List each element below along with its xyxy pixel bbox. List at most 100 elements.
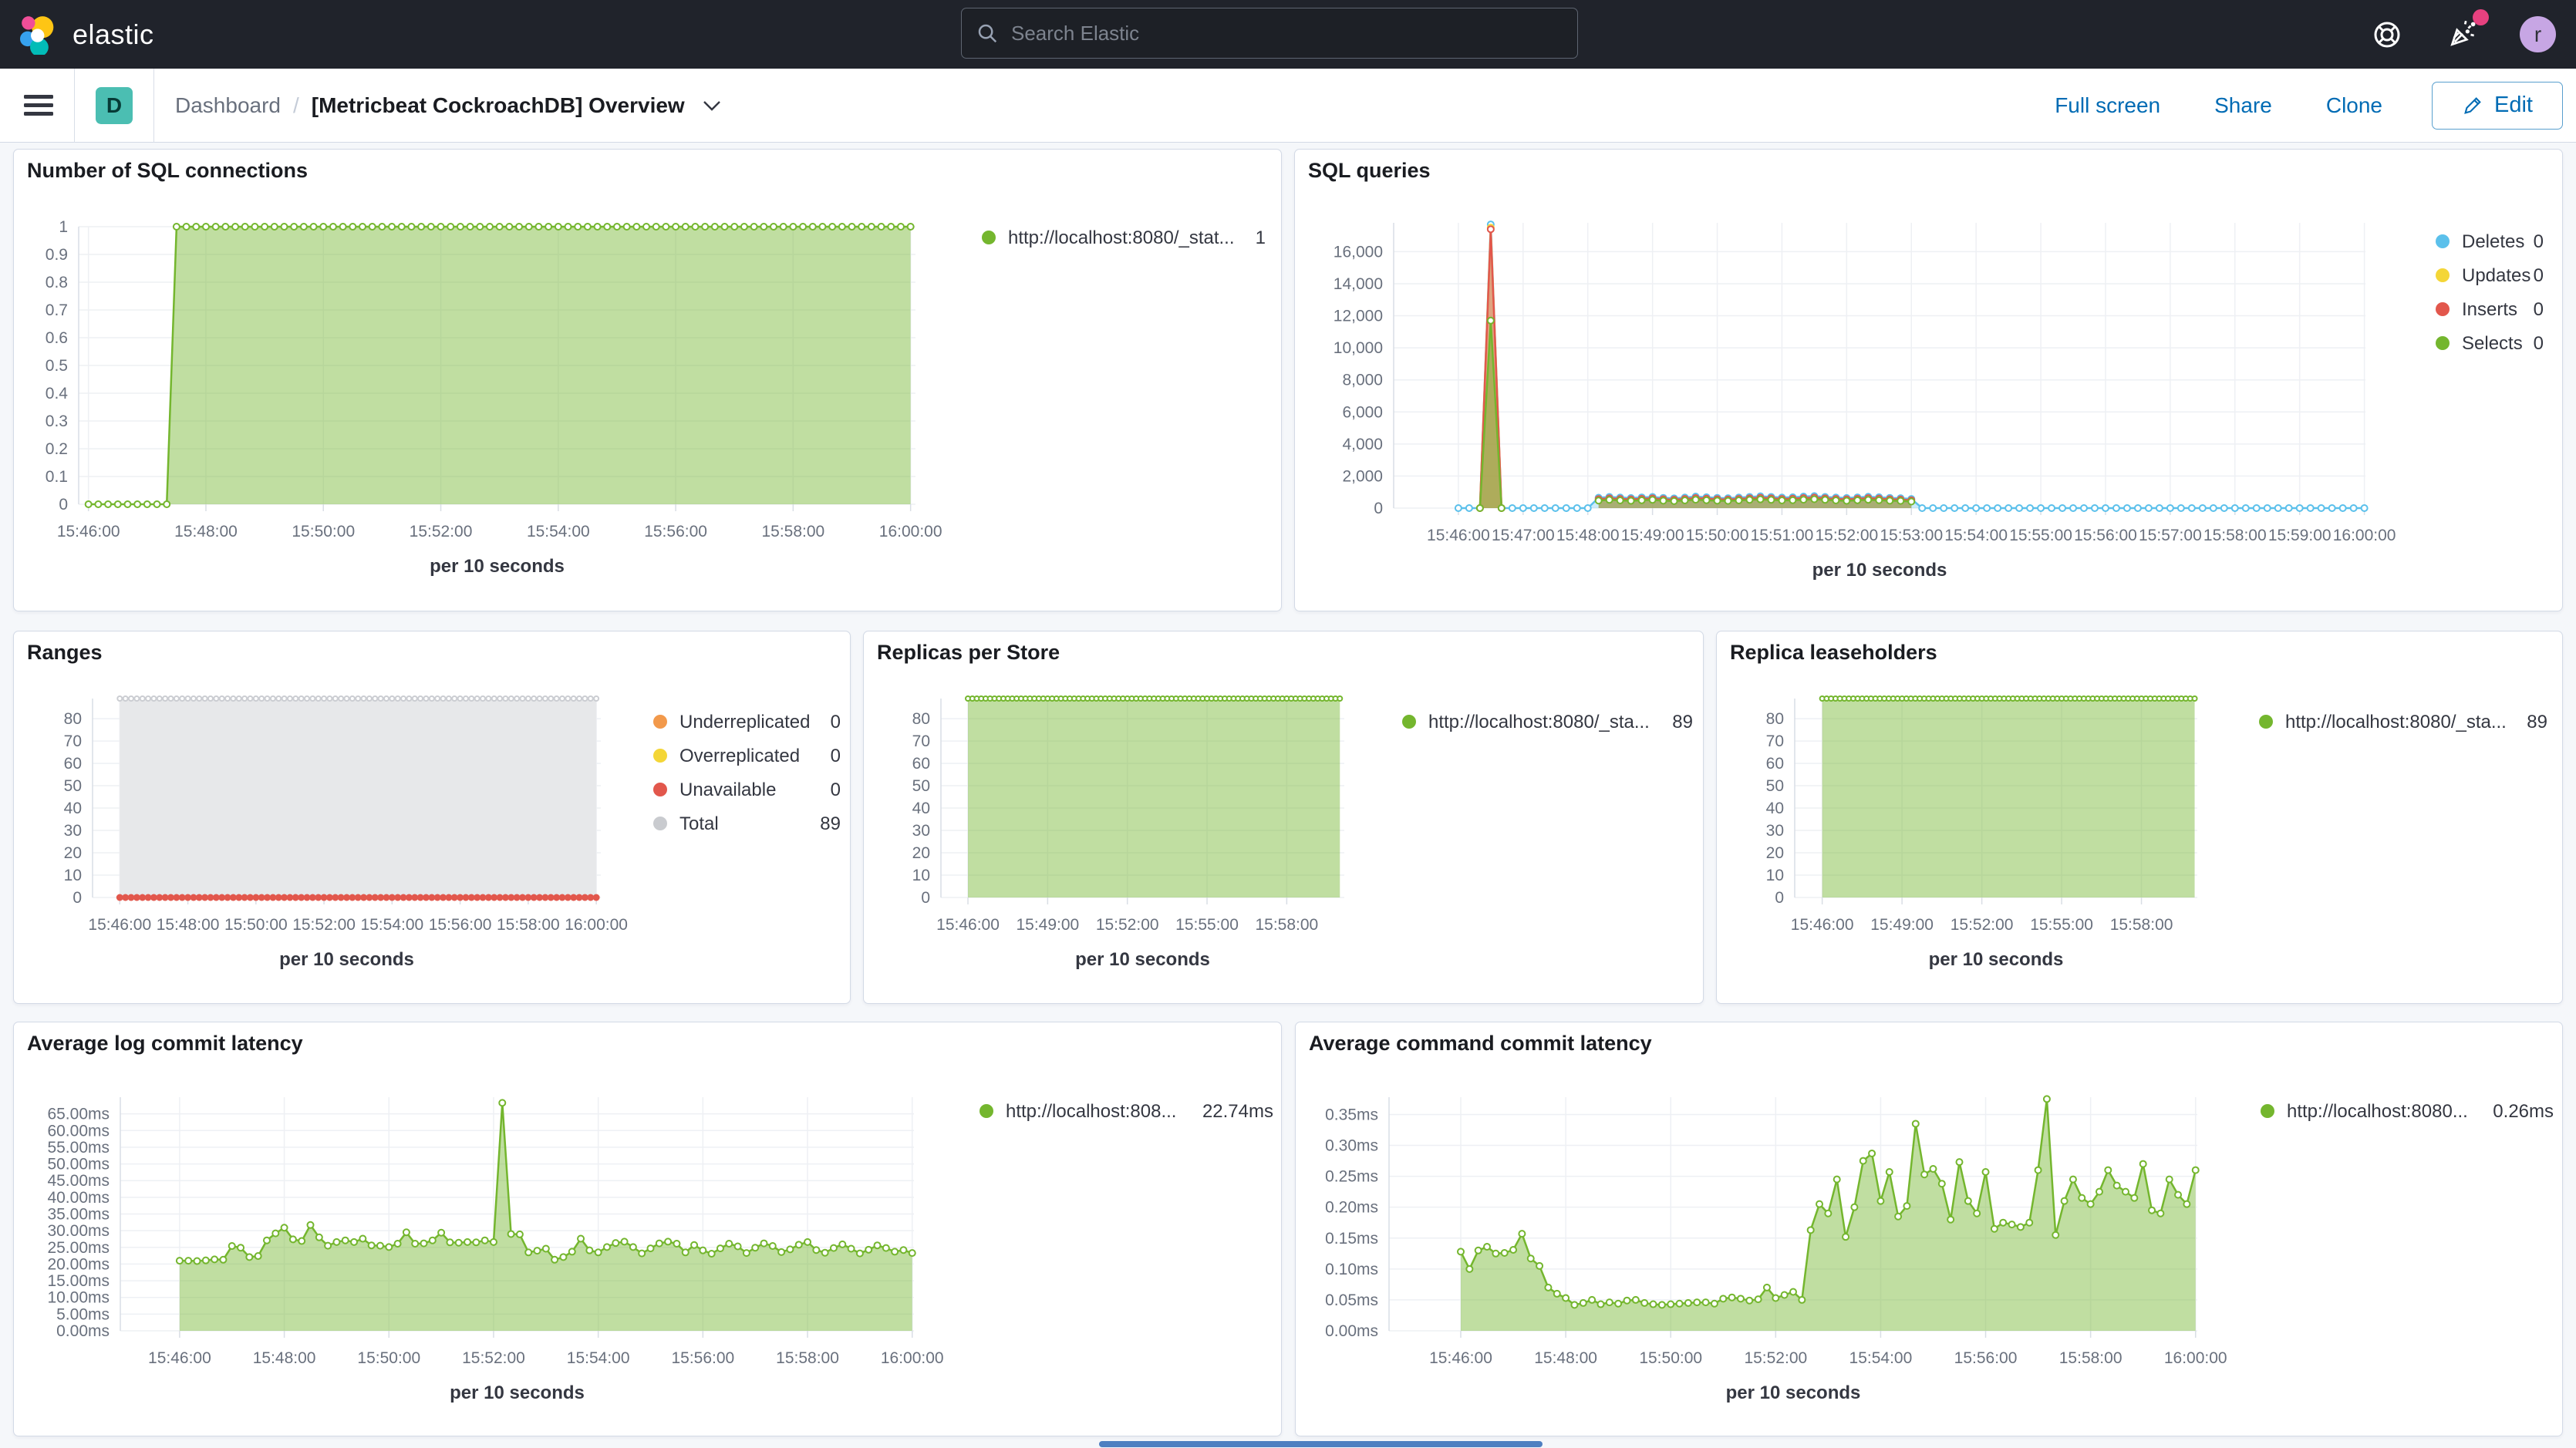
y-axis-tick: 10.00ms [47,1289,110,1307]
chart-replica-leaseholders[interactable]: 8070605040302010015:46:0015:49:0015:52:0… [1717,631,2564,1005]
marker-connections [712,224,718,230]
marker-connections [134,501,140,507]
marker-log-commit [900,1247,906,1253]
chart-sql-queries[interactable]: 16,00014,00012,00010,0008,0006,0004,0002… [1295,150,2564,612]
menu-button[interactable] [13,93,53,118]
y-axis-tick: 0 [1374,500,1383,517]
marker-unavailable [593,894,600,901]
chart-sql-connections[interactable]: 10.90.80.70.60.50.40.30.20.1015:46:0015:… [14,150,1283,612]
marker-connections [819,224,825,230]
marker-deletes [2254,505,2260,511]
marker-deletes [2135,505,2141,511]
marker-deletes [2092,505,2098,511]
title-menu-button[interactable] [702,99,722,113]
legend-label: Unavailable [679,780,776,800]
x-axis-tick: 15:52:00 [1096,916,1159,934]
marker-command-commit [1667,1302,1674,1308]
elastic-logo[interactable]: elastic [0,15,154,55]
marker-deletes [1940,505,1947,511]
legend-item[interactable]: http://localhost:808...22.74ms [979,1101,1273,1122]
panel-title-replica-leaseholders[interactable]: Replica leaseholders [1730,641,1937,665]
marker-selects [1704,497,1710,503]
legend-item[interactable]: Deletes0 [2436,231,2544,252]
panel-title-avg-log-commit-latency[interactable]: Average log commit latency [27,1032,303,1056]
breadcrumb-dashboard[interactable]: Dashboard [175,93,281,118]
marker-total [560,696,565,701]
x-axis-tick: 15:50:00 [224,916,288,934]
x-axis-tick: 15:58:00 [2110,916,2173,934]
panel-title-avg-command-commit-latency[interactable]: Average command commit latency [1309,1032,1652,1056]
divider [74,69,75,143]
marker-log-commit [333,1239,339,1245]
chart-avg-log-commit-latency[interactable]: 65.00ms60.00ms55.00ms50.00ms45.00ms40.00… [14,1022,1283,1437]
marker-deletes [1455,505,1462,511]
marker-deletes [1542,505,1548,511]
marker-log-commit [683,1249,689,1255]
marker-log-commit [787,1246,793,1252]
legend-item[interactable]: http://localhost:8080/_sta...89 [2259,712,2547,732]
help-button[interactable] [2370,18,2404,52]
legend-item[interactable]: Updates0 [2436,265,2544,286]
marker-log-commit [482,1238,488,1244]
share-button[interactable]: Share [2210,93,2277,119]
marker-connections [692,224,698,230]
y-axis-tick: 15.00ms [47,1272,110,1290]
marker-total [157,696,162,701]
search-input[interactable] [1010,21,1563,46]
search-bar[interactable] [961,8,1578,59]
marker-connections [487,224,493,230]
marker-log-commit [264,1238,270,1244]
legend-item[interactable]: Unavailable0 [653,780,841,800]
edit-button[interactable]: Edit [2432,82,2563,130]
panel-title-sql-queries[interactable]: SQL queries [1308,159,1431,183]
x-axis-tick: 15:58:00 [761,523,824,540]
marker-total [441,696,446,701]
marker-deletes [1930,505,1936,511]
legend-item[interactable]: Underreplicated0 [653,712,841,732]
legend-value: 0.26ms [2493,1101,2554,1122]
chart-replicas-per-store[interactable]: 8070605040302010015:46:0015:49:0015:52:0… [864,631,1704,1005]
marker-total [214,696,218,701]
space-badge[interactable]: D [96,87,133,124]
marker-command-commit [1895,1214,1901,1220]
legend-item[interactable]: Selects0 [2436,333,2544,354]
marker-total [237,696,241,701]
marker-deletes [2178,505,2184,511]
marker-command-commit [1597,1302,1603,1308]
panel-title-replicas-per-store[interactable]: Replicas per Store [877,641,1060,665]
legend-item[interactable]: http://localhost:8080/_sta...89 [1402,712,1693,732]
marker-command-commit [1965,1198,1971,1204]
panel-title-ranges[interactable]: Ranges [27,641,103,665]
legend-item[interactable]: Inserts0 [2436,299,2544,320]
legend-item[interactable]: http://localhost:8080/_stat...1 [982,227,1266,248]
legend-item[interactable]: Total89 [653,813,841,834]
marker-log-commit [822,1250,828,1256]
chart-avg-command-commit-latency[interactable]: 0.35ms0.30ms0.25ms0.20ms0.15ms0.10ms0.05… [1296,1022,2564,1437]
marker-command-commit [2175,1192,2181,1198]
chart-ranges[interactable]: 8070605040302010015:46:0015:48:0015:50:0… [14,631,851,1005]
x-axis-tick: 15:48:00 [1534,1349,1597,1367]
legend-item[interactable]: Overreplicated0 [653,746,841,766]
panel-title-sql-connections[interactable]: Number of SQL connections [27,159,308,183]
clone-button[interactable]: Clone [2321,93,2387,119]
legend-value: 89 [1672,712,1693,732]
marker-selects [1499,505,1505,511]
marker-total [531,696,536,701]
marker-log-commit [282,1224,288,1231]
legend-value: 0 [2534,231,2544,252]
marker-command-commit [2009,1221,2015,1227]
marker-total [509,696,514,701]
horizontal-scrollbar-thumb[interactable] [1099,1441,1543,1447]
marker-connections [418,224,424,230]
marker-deletes [2286,505,2292,511]
marker-inserts [1488,226,1494,232]
user-avatar[interactable]: r [2520,16,2556,52]
newsfeed-button[interactable] [2444,17,2480,52]
marker-command-commit [1563,1295,1569,1302]
full-screen-button[interactable]: Full screen [2050,93,2165,119]
marker-connections [124,501,130,507]
marker-connections [281,224,287,230]
legend-item[interactable]: http://localhost:8080...0.26ms [2261,1101,2554,1122]
y-axis-tick: 80 [64,710,82,728]
marker-total [356,696,360,701]
